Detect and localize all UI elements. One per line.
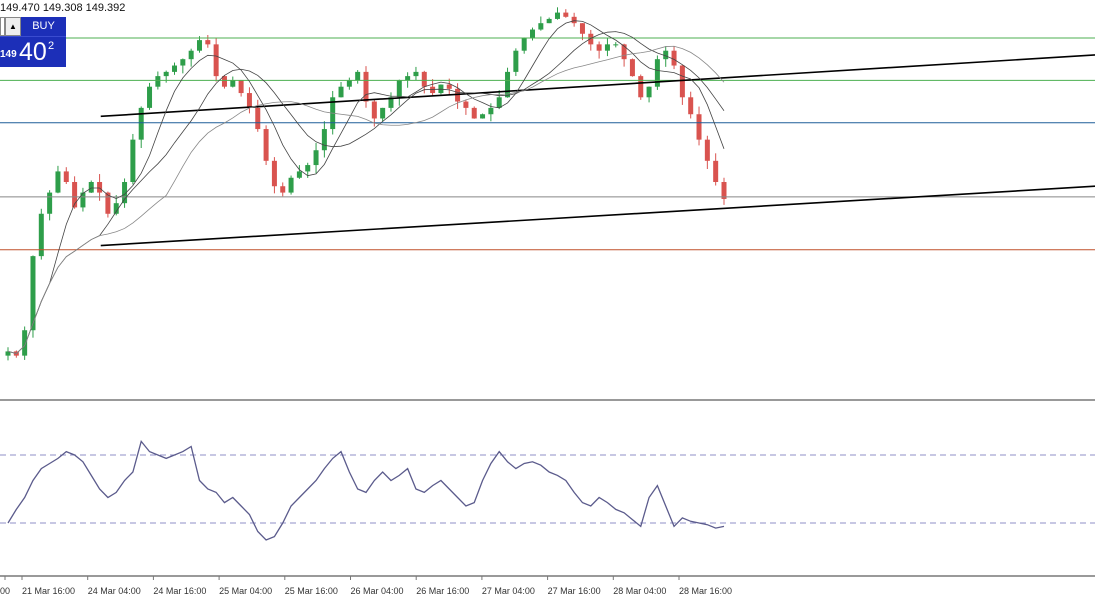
x-tick-label: 25 Mar 16:00: [285, 586, 338, 596]
candle: [546, 17, 552, 24]
lot-increase-arrow-icon[interactable]: ▲: [5, 17, 21, 36]
candle: [255, 99, 261, 132]
candle: [363, 66, 369, 108]
candle: [688, 91, 694, 119]
candle: [446, 78, 452, 95]
time-axis-labels: 00 21 Mar 16:00 24 Mar 04:00 24 Mar 16:00 25…: [0, 576, 732, 596]
candle: [196, 36, 202, 53]
buy-price-prefix: 149: [0, 49, 17, 60]
x-tick-label: 00: [0, 586, 10, 596]
candle: [530, 27, 536, 41]
candle: [521, 37, 527, 54]
candle: [47, 190, 53, 221]
x-tick-label: 24 Mar 16:00: [153, 586, 206, 596]
candle: [413, 66, 419, 81]
candle: [288, 175, 294, 195]
candle: [205, 35, 211, 48]
candle: [629, 58, 635, 77]
candle: [430, 79, 436, 96]
candle: [638, 74, 644, 100]
trendline-1[interactable]: [100, 185, 1095, 247]
candle: [138, 106, 144, 148]
candle: [380, 107, 386, 122]
ohlc-readout: 149.470 149.308 149.392: [0, 2, 126, 14]
price-chart: 00 21 Mar 16:00 24 Mar 04:00 24 Mar 16:00 25…: [0, 7, 1095, 596]
candle: [679, 64, 685, 105]
candle: [571, 12, 577, 27]
candle: [80, 187, 86, 212]
candle: [313, 142, 319, 174]
candles-layer: [5, 7, 727, 361]
x-tick-label: 24 Mar 04:00: [88, 586, 141, 596]
candle: [588, 29, 594, 51]
candle: [122, 178, 128, 208]
candle: [147, 82, 153, 110]
candle: [238, 79, 244, 97]
candle: [230, 76, 236, 88]
trendline-0[interactable]: [100, 54, 1095, 118]
candle: [563, 9, 569, 18]
candle: [355, 70, 361, 84]
x-tick-label: 26 Mar 16:00: [416, 586, 469, 596]
candle: [172, 62, 178, 75]
candle: [396, 79, 402, 106]
candle: [646, 86, 652, 103]
candle: [538, 16, 544, 31]
candle: [554, 7, 560, 20]
candle: [271, 157, 277, 194]
candle: [5, 347, 11, 361]
trendlines-layer: [100, 54, 1095, 247]
candle: [188, 48, 194, 67]
buy-price-button[interactable]: 149 40 2: [0, 36, 66, 67]
candle: [246, 87, 252, 114]
x-tick-label: 28 Mar 16:00: [679, 586, 732, 596]
candle: [22, 326, 28, 360]
candle: [713, 153, 719, 186]
candle: [596, 41, 602, 59]
candle: [280, 182, 286, 197]
candle: [704, 135, 710, 170]
candle: [480, 113, 486, 119]
x-tick-label: 27 Mar 16:00: [548, 586, 601, 596]
x-tick-label: 21 Mar 16:00: [22, 586, 75, 596]
candle: [55, 165, 61, 194]
x-tick-label: 28 Mar 04:00: [613, 586, 666, 596]
candle: [388, 92, 394, 112]
candle: [496, 90, 502, 110]
candle: [613, 42, 619, 48]
oscillator-pane: [0, 440, 1095, 541]
buy-button-label[interactable]: BUY: [21, 17, 66, 36]
x-tick-label: 25 Mar 04:00: [219, 586, 272, 596]
candle: [346, 77, 352, 90]
trade-panel-top-row: ▲ BUY: [0, 17, 66, 36]
buy-price-fraction: 2: [48, 40, 55, 52]
candle: [471, 106, 477, 119]
candle: [213, 37, 219, 82]
candle: [263, 125, 269, 166]
buy-price-pips: 40: [19, 38, 47, 66]
candle: [130, 133, 136, 185]
candle: [88, 180, 94, 194]
candle: [513, 48, 519, 77]
candle: [338, 82, 344, 98]
candle: [63, 167, 69, 184]
candle: [654, 55, 660, 90]
candle: [38, 208, 44, 260]
horizontal-levels-layer: [0, 37, 1095, 251]
candle: [604, 38, 610, 57]
x-tick-label: 26 Mar 04:00: [351, 586, 404, 596]
candle: [321, 121, 327, 158]
candle: [721, 177, 727, 205]
candle: [180, 58, 186, 74]
x-tick-label: 27 Mar 04:00: [482, 586, 535, 596]
candle: [30, 255, 36, 338]
candle: [696, 106, 702, 146]
oscillator-line: [7, 440, 725, 541]
candle: [671, 46, 677, 70]
candle: [463, 99, 469, 115]
one-click-trading-panel: ▲ BUY 149 40 2: [0, 17, 66, 67]
